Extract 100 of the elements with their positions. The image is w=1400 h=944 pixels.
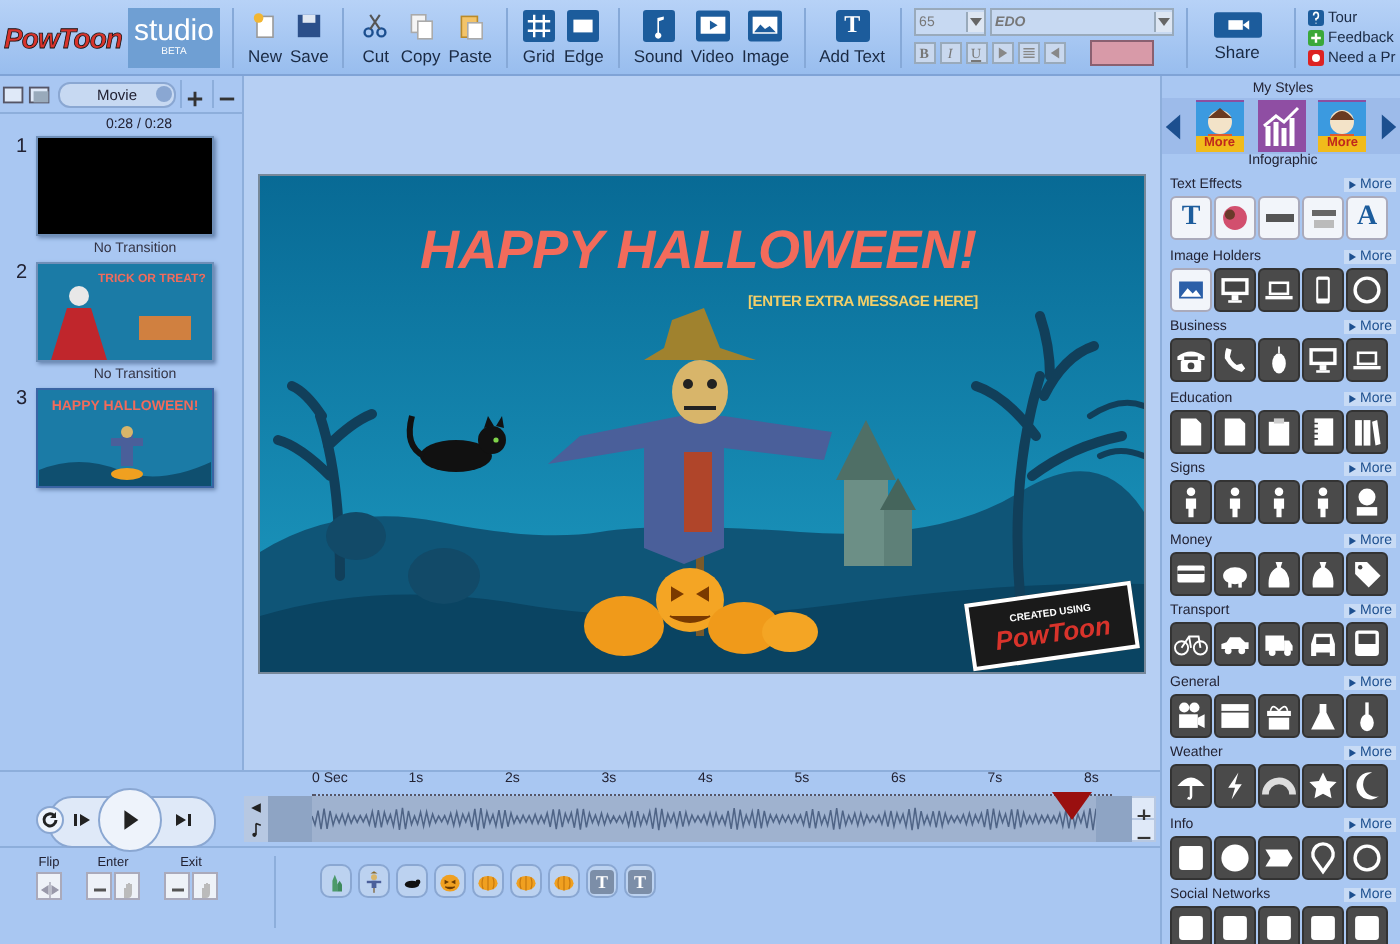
replay-button[interactable] xyxy=(36,806,64,834)
library-tile[interactable] xyxy=(1346,480,1388,524)
library-tile[interactable] xyxy=(1346,551,1388,595)
triangle-icon xyxy=(1348,535,1357,545)
camera-icon xyxy=(1174,697,1208,733)
library-tile[interactable] xyxy=(1214,267,1256,311)
library-tile[interactable] xyxy=(1346,338,1388,382)
text-style-tile[interactable]: A xyxy=(1346,196,1388,240)
zoom-in-button[interactable] xyxy=(1132,797,1154,818)
library-tile[interactable] xyxy=(1346,409,1388,453)
library-tile[interactable] xyxy=(1346,906,1388,944)
add-slide-button[interactable] xyxy=(180,80,208,108)
tool-button[interactable]: Paste xyxy=(446,9,494,65)
library-tile[interactable] xyxy=(1214,409,1256,453)
library-tile[interactable] xyxy=(1170,622,1212,666)
tool-button[interactable]: Grid xyxy=(519,9,558,65)
library-tile[interactable] xyxy=(1346,764,1388,808)
tool-button[interactable]: Copy xyxy=(398,9,443,65)
library-tile[interactable] xyxy=(1302,764,1344,808)
object-button[interactable] xyxy=(396,864,428,898)
library-tile[interactable] xyxy=(1302,480,1344,524)
zoom-out-button[interactable] xyxy=(1132,820,1154,841)
library-tile[interactable] xyxy=(1214,196,1256,240)
music-note-icon xyxy=(248,822,264,839)
library-tile[interactable] xyxy=(1258,338,1300,382)
library-tile[interactable] xyxy=(1170,764,1212,808)
tool-button[interactable]: Video xyxy=(688,9,736,65)
tool-button[interactable]: Image xyxy=(740,9,792,65)
right-arrow-icon xyxy=(995,46,1010,60)
library-tile[interactable] xyxy=(1302,693,1344,737)
color-swatch[interactable] xyxy=(1089,40,1154,66)
caret-icon xyxy=(1153,12,1172,32)
pumpkin-silhouette xyxy=(326,512,386,560)
library-tile[interactable] xyxy=(1346,267,1388,311)
back-arrow-icon[interactable] xyxy=(248,799,264,816)
tool-button[interactable]: Edge xyxy=(561,9,606,65)
library-tile[interactable] xyxy=(1258,409,1300,453)
library-tile[interactable] xyxy=(1302,906,1344,944)
square-icon xyxy=(1306,910,1340,944)
library-tile[interactable] xyxy=(1170,338,1212,382)
slide-thumbnail[interactable] xyxy=(36,136,214,236)
library-tile[interactable] xyxy=(1214,622,1256,666)
tool-button[interactable]: Save xyxy=(287,9,331,65)
word-art-icon xyxy=(1311,207,1335,229)
style-item[interactable] xyxy=(1257,100,1305,152)
none-button[interactable] xyxy=(164,872,190,900)
view-toggle-icon[interactable] xyxy=(2,81,54,107)
library-tile[interactable] xyxy=(1258,835,1300,879)
library-tile[interactable] xyxy=(1214,551,1256,595)
text-style-tile[interactable]: T xyxy=(1170,196,1212,240)
library-tile[interactable] xyxy=(1258,693,1300,737)
library-tile[interactable] xyxy=(1170,551,1212,595)
play-button[interactable] xyxy=(98,788,162,852)
library-tile[interactable] xyxy=(1302,551,1344,595)
plus-icon xyxy=(1308,29,1324,45)
library-tile[interactable] xyxy=(1302,338,1344,382)
tool-button[interactable]: New xyxy=(245,9,284,65)
library-tile[interactable] xyxy=(1346,693,1388,737)
library-tile[interactable] xyxy=(1258,764,1300,808)
square-icon xyxy=(1350,910,1384,944)
tool-button[interactable]: Sound xyxy=(631,9,685,65)
library-tile[interactable] xyxy=(1170,906,1212,944)
triangle-icon xyxy=(1348,748,1357,758)
left-arrow-icon[interactable] xyxy=(1164,111,1182,141)
triangle-icon xyxy=(1348,180,1357,190)
tool-button[interactable]: T Add Text xyxy=(817,9,888,65)
library-tile[interactable] xyxy=(1302,267,1344,311)
library-tile[interactable] xyxy=(1214,338,1256,382)
library-tile[interactable] xyxy=(1302,835,1344,879)
library-tile[interactable] xyxy=(1258,551,1300,595)
library-tile[interactable] xyxy=(1170,409,1212,453)
library-tile[interactable] xyxy=(1214,480,1256,524)
library-tile[interactable] xyxy=(1302,622,1344,666)
right-arrow-icon[interactable] xyxy=(1380,111,1398,141)
remove-slide-button[interactable] xyxy=(212,80,240,108)
library-tile[interactable] xyxy=(1258,480,1300,524)
music-note-icon xyxy=(641,9,676,41)
library-tile[interactable] xyxy=(1214,906,1256,944)
library-tile[interactable] xyxy=(1170,835,1212,879)
library-tile[interactable] xyxy=(1214,693,1256,737)
tool-button[interactable]: Cut xyxy=(356,9,395,65)
library-tile[interactable] xyxy=(1214,764,1256,808)
library-tile[interactable] xyxy=(1170,693,1212,737)
library-tile[interactable] xyxy=(1214,835,1256,879)
library-tile[interactable] xyxy=(1258,906,1300,944)
library-tile[interactable] xyxy=(1302,196,1344,240)
library-tile[interactable] xyxy=(1302,409,1344,453)
ring-icon xyxy=(1350,839,1384,875)
share-button[interactable]: Share xyxy=(1211,12,1264,62)
none-button[interactable] xyxy=(86,872,112,900)
library-tile[interactable] xyxy=(1258,622,1300,666)
cat-drawing xyxy=(406,415,506,472)
bicycle-icon xyxy=(1174,633,1208,655)
library-tile[interactable] xyxy=(1258,267,1300,311)
playhead[interactable] xyxy=(1050,792,1095,820)
library-tile[interactable] xyxy=(1346,622,1388,666)
library-tile[interactable] xyxy=(1170,267,1212,311)
library-tile[interactable] xyxy=(1258,196,1300,240)
library-tile[interactable] xyxy=(1346,835,1388,879)
library-tile[interactable] xyxy=(1170,480,1212,524)
